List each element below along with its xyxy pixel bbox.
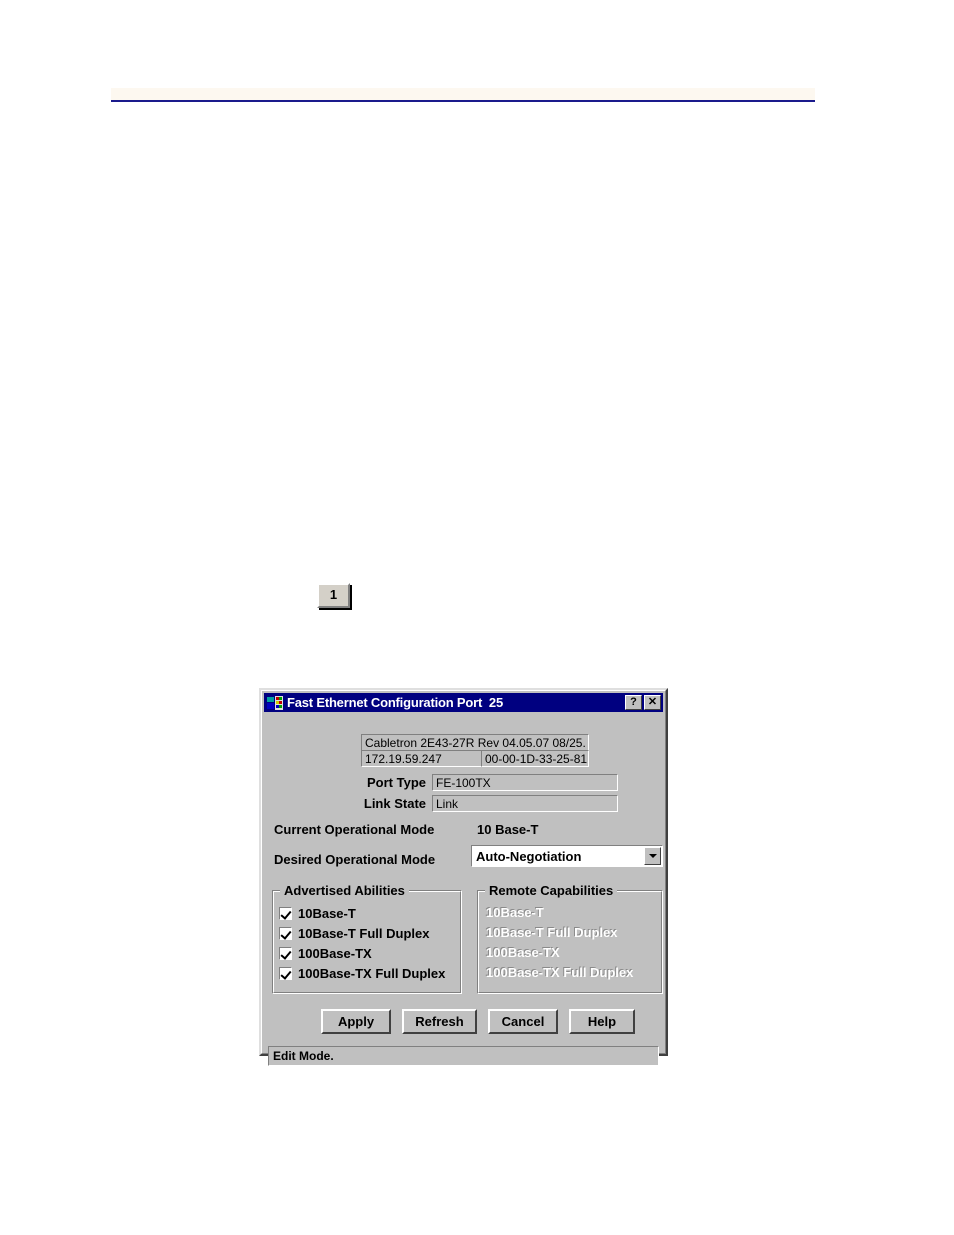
help-titlebar-button[interactable]: ? bbox=[625, 695, 642, 710]
checkmark-icon[interactable] bbox=[279, 946, 292, 960]
remote-capability-10base-t-full-duplex: 10Base-T Full Duplex bbox=[486, 925, 618, 940]
checkbox-100base-tx-full-duplex[interactable]: 100Base-TX Full Duplex bbox=[279, 963, 457, 983]
remote-capabilities-list: 10Base-T 10Base-T Full Duplex 100Base-TX… bbox=[486, 903, 658, 983]
device-ip-field: 172.19.59.247 bbox=[361, 750, 482, 767]
checkbox-100base-tx[interactable]: 100Base-TX bbox=[279, 943, 457, 963]
remote-capability-10base-t: 10Base-T bbox=[486, 905, 544, 920]
advertised-abilities-list: 10Base-T 10Base-T Full Duplex 100Base-TX… bbox=[279, 903, 457, 983]
checkbox-10base-t[interactable]: 10Base-T bbox=[279, 903, 457, 923]
checkmark-icon[interactable] bbox=[279, 966, 292, 980]
apply-button[interactable]: Apply bbox=[321, 1009, 391, 1034]
device-mac-field: 00-00-1D-33-25-81 bbox=[481, 750, 589, 767]
status-bar: Edit Mode. bbox=[268, 1046, 659, 1066]
desired-operational-mode-value: Auto-Negotiation bbox=[476, 848, 582, 864]
checkbox-label: 10Base-T Full Duplex bbox=[298, 925, 430, 941]
device-info-block: Cabletron 2E43-27R Rev 04.05.07 08/25. 1… bbox=[361, 734, 589, 767]
fast-ethernet-configuration-dialog: Fast Ethernet Configuration Port 25 ? ✕ … bbox=[259, 688, 668, 1066]
application-icon bbox=[267, 695, 283, 710]
link-state-label: Link State bbox=[363, 796, 426, 811]
advertised-abilities-title: Advertised Abilities bbox=[280, 883, 409, 898]
dialog-body: Cabletron 2E43-27R Rev 04.05.07 08/25. 1… bbox=[264, 712, 663, 1066]
checkmark-icon[interactable] bbox=[279, 926, 292, 940]
cancel-button[interactable]: Cancel bbox=[488, 1009, 558, 1034]
checkbox-label: 100Base-TX bbox=[298, 945, 372, 961]
link-state-row: Link State Link bbox=[264, 795, 656, 812]
link-state-value: Link bbox=[432, 795, 618, 812]
titlebar-buttons: ? ✕ bbox=[625, 695, 661, 710]
checkmark-icon[interactable] bbox=[279, 906, 292, 920]
current-operational-mode-value: 10 Base-T bbox=[477, 822, 539, 837]
help-button[interactable]: Help bbox=[569, 1009, 635, 1034]
dialog-title: Fast Ethernet Configuration Port 25 bbox=[287, 695, 503, 710]
port-type-row: Port Type FE-100TX bbox=[264, 774, 656, 791]
dialog-titlebar[interactable]: Fast Ethernet Configuration Port 25 ? ✕ bbox=[264, 693, 663, 712]
device-address-row: 172.19.59.247 00-00-1D-33-25-81 bbox=[361, 750, 589, 767]
dialog-inner-frame: Fast Ethernet Configuration Port 25 ? ✕ … bbox=[261, 690, 666, 1066]
callout-marker-1: 1 bbox=[317, 583, 350, 608]
checkbox-label: 10Base-T bbox=[298, 905, 356, 921]
remote-capabilities-group: Remote Capabilities 10Base-T 10Base-T Fu… bbox=[477, 883, 663, 994]
current-operational-mode-label: Current Operational Mode bbox=[274, 822, 435, 837]
checkbox-label: 100Base-TX Full Duplex bbox=[298, 965, 446, 981]
device-description-field: Cabletron 2E43-27R Rev 04.05.07 08/25. bbox=[361, 734, 589, 751]
remote-capability-100base-tx-full-duplex: 100Base-TX Full Duplex bbox=[486, 965, 634, 980]
desired-operational-mode-label: Desired Operational Mode bbox=[274, 852, 436, 867]
close-icon[interactable]: ✕ bbox=[644, 695, 661, 710]
port-type-label: Port Type bbox=[367, 775, 426, 790]
checkbox-10base-t-full-duplex[interactable]: 10Base-T Full Duplex bbox=[279, 923, 457, 943]
page-header-rule bbox=[111, 100, 815, 102]
refresh-button[interactable]: Refresh bbox=[402, 1009, 477, 1034]
remote-capabilities-title: Remote Capabilities bbox=[485, 883, 618, 898]
port-type-value: FE-100TX bbox=[432, 774, 618, 791]
chevron-down-icon[interactable] bbox=[644, 847, 661, 865]
remote-capability-100base-tx: 100Base-TX bbox=[486, 945, 560, 960]
dialog-button-row: Apply Refresh Cancel Help bbox=[321, 1009, 635, 1034]
advertised-abilities-group: Advertised Abilities 10Base-T 10Base-T F… bbox=[272, 883, 462, 994]
desired-operational-mode-select[interactable]: Auto-Negotiation bbox=[471, 845, 663, 867]
